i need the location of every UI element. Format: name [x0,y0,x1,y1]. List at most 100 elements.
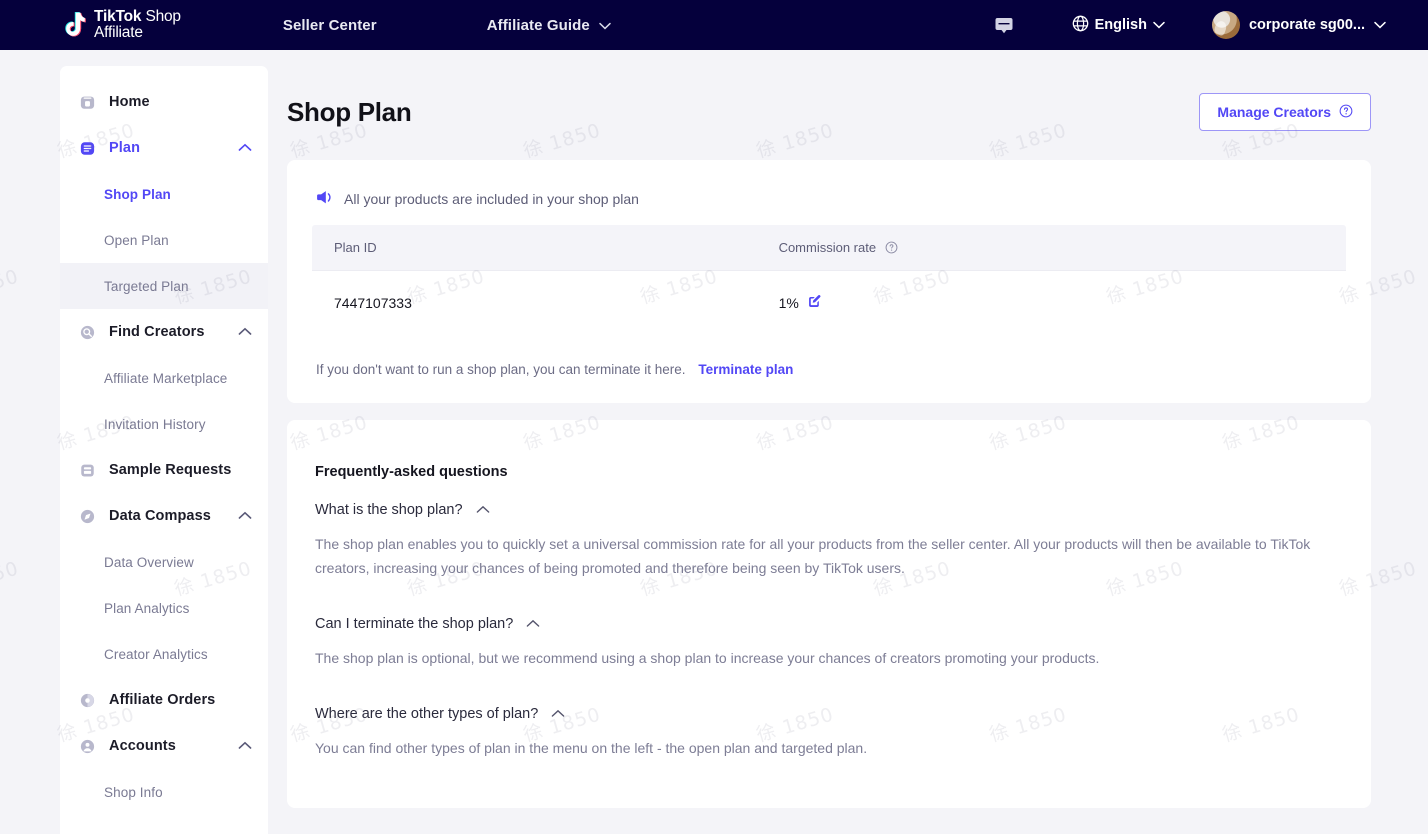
chevron-up-icon[interactable] [238,737,252,755]
chevron-up-icon[interactable] [526,616,540,632]
plan-notice: All your products are included in your s… [311,190,1347,208]
table-row: 7447107333 1% [312,270,1346,335]
main-content: Shop Plan Manage Creators All your produ… [268,50,1428,834]
manage-creators-button[interactable]: Manage Creators [1199,93,1371,131]
top-navigation-bar: TikTok Shop Affiliate Seller Center Affi… [0,0,1428,50]
logo-primary: TikTok [94,8,142,25]
chevron-down-icon [599,17,611,34]
column-header-plan-id: Plan ID [312,225,757,271]
cell-plan-id: 7447107333 [312,270,757,335]
user-account-menu[interactable]: corporate sg00... [1211,11,1386,39]
faq-answer: The shop plan is optional, but we recomm… [315,650,1100,666]
sidebar-item-invitation-history[interactable]: Invitation History [60,401,268,447]
sidebar-subitem-label: Open Plan [104,232,169,248]
faq-question-toggle[interactable]: What is the shop plan? [311,502,1347,518]
sidebar-item-find-creators[interactable]: Find Creators [60,309,268,355]
sidebar-item-plan[interactable]: Plan [60,125,268,171]
sidebar-item-label: Data Compass [109,508,211,524]
shop-plan-card: All your products are included in your s… [287,160,1371,403]
chevron-up-icon[interactable] [238,507,252,525]
sidebar-item-affiliate-orders[interactable]: Affiliate Orders [60,677,268,723]
faq-question-toggle[interactable]: Can I terminate the shop plan? [311,616,1347,632]
table-header-row: Plan ID Commission rate [312,225,1346,271]
sidebar-subitem-label: Affiliate Marketplace [104,370,228,386]
tiktok-shop-affiliate-logo[interactable]: TikTok Shop Affiliate [62,9,181,41]
language-label: English [1094,17,1147,33]
chevron-up-icon[interactable] [476,502,490,518]
globe-icon [1072,15,1089,36]
sidebar-item-label: Sample Requests [109,462,232,478]
faq-question-text: What is the shop plan? [315,502,463,518]
sidebar-item-data-compass[interactable]: Data Compass [60,493,268,539]
plan-notice-text: All your products are included in your s… [344,191,639,207]
logo-secondary: Shop [145,8,181,25]
nav-seller-center[interactable]: Seller Center [283,17,377,34]
manage-creators-label: Manage Creators [1217,104,1331,120]
terminate-plan-link[interactable]: Terminate plan [698,362,793,377]
sidebar-subitem-label: Invitation History [104,416,206,432]
sidebar-item-label: Home [109,94,150,110]
faq-question-toggle[interactable]: Where are the other types of plan? [311,706,1347,722]
sidebar-item-sample-requests[interactable]: Sample Requests [60,447,268,493]
logo-wordmark: TikTok Shop Affiliate [94,9,181,41]
plan-table: Plan ID Commission rate 7447107333 1% [311,224,1347,336]
edit-square-icon[interactable] [807,294,822,312]
chevron-up-icon[interactable] [551,706,565,722]
nav-affiliate-guide[interactable]: Affiliate Guide [487,17,611,34]
sidebar-item-label: Affiliate Orders [109,692,216,708]
home-icon [78,93,96,111]
sidebar-item-plan-analytics[interactable]: Plan Analytics [60,585,268,631]
tiktok-note-icon [62,11,87,39]
commission-rate-value: 1% [778,295,799,311]
faq-item: Can I terminate the shop plan? The shop … [311,616,1347,670]
faq-card: Frequently-asked questions What is the s… [287,420,1371,808]
logo-sub: Affiliate [94,24,143,41]
cell-commission-rate: 1% [756,270,1346,335]
column-header-commission-rate: Commission rate [756,225,1346,271]
help-circle-icon[interactable] [885,241,898,254]
nav-seller-center-label: Seller Center [282,16,377,34]
language-selector[interactable]: English [1072,15,1165,36]
faq-question-text: Where are the other types of plan? [315,706,539,722]
sidebar-subitem-label: Plan Analytics [104,600,190,616]
sidebar-item-shop-plan[interactable]: Shop Plan [60,171,268,217]
sidebar-subitem-label: Creator Analytics [104,646,208,662]
chevron-up-icon[interactable] [238,139,252,157]
sidebar-item-data-overview[interactable]: Data Overview [60,539,268,585]
sidebar-item-home[interactable]: Home [60,79,268,125]
nav-affiliate-guide-label: Affiliate Guide [486,16,590,34]
search-creators-icon [78,323,96,341]
sidebar-item-label: Plan [109,140,141,156]
sidebar-item-open-plan[interactable]: Open Plan [60,217,268,263]
faq-heading: Frequently-asked questions [315,464,508,480]
sidebar-item-label: Accounts [109,738,176,754]
faq-item: Where are the other types of plan? You c… [311,706,1347,760]
orders-icon [78,691,96,709]
chat-bubble-icon[interactable] [991,12,1017,38]
sidebar-item-creator-analytics[interactable]: Creator Analytics [60,631,268,677]
sidebar-item-shop-info[interactable]: Shop Info [60,769,268,815]
user-name-label: corporate sg00... [1248,17,1365,33]
faq-question-text: Can I terminate the shop plan? [315,616,514,632]
sidebar-subitem-label: Data Overview [104,554,194,570]
help-circle-icon[interactable] [1339,104,1353,121]
top-right-controls: English corporate sg00... [991,11,1428,39]
chevron-up-icon[interactable] [238,323,252,341]
megaphone-icon [316,190,333,208]
avatar [1211,11,1240,39]
faq-answer: The shop plan enables you to quickly set… [315,536,1311,576]
faq-answer: You can find other types of plan in the … [315,740,868,756]
faq-item: What is the shop plan? The shop plan ena… [311,502,1347,580]
account-icon [78,737,96,755]
page-header: Shop Plan Manage Creators [287,50,1371,160]
sidebar-item-affiliate-marketplace[interactable]: Affiliate Marketplace [60,355,268,401]
chevron-down-icon [1153,17,1165,33]
sidebar-item-accounts[interactable]: Accounts [60,723,268,769]
sample-box-icon [78,461,96,479]
plan-icon [78,139,96,157]
column-header-commission-rate-label: Commission rate [778,240,877,255]
terminate-row: If you don't want to run a shop plan, yo… [311,362,1347,377]
page-title: Shop Plan [287,96,412,127]
sidebar-item-targeted-plan[interactable]: Targeted Plan [60,263,268,309]
terminate-hint-text: If you don't want to run a shop plan, yo… [316,362,686,377]
